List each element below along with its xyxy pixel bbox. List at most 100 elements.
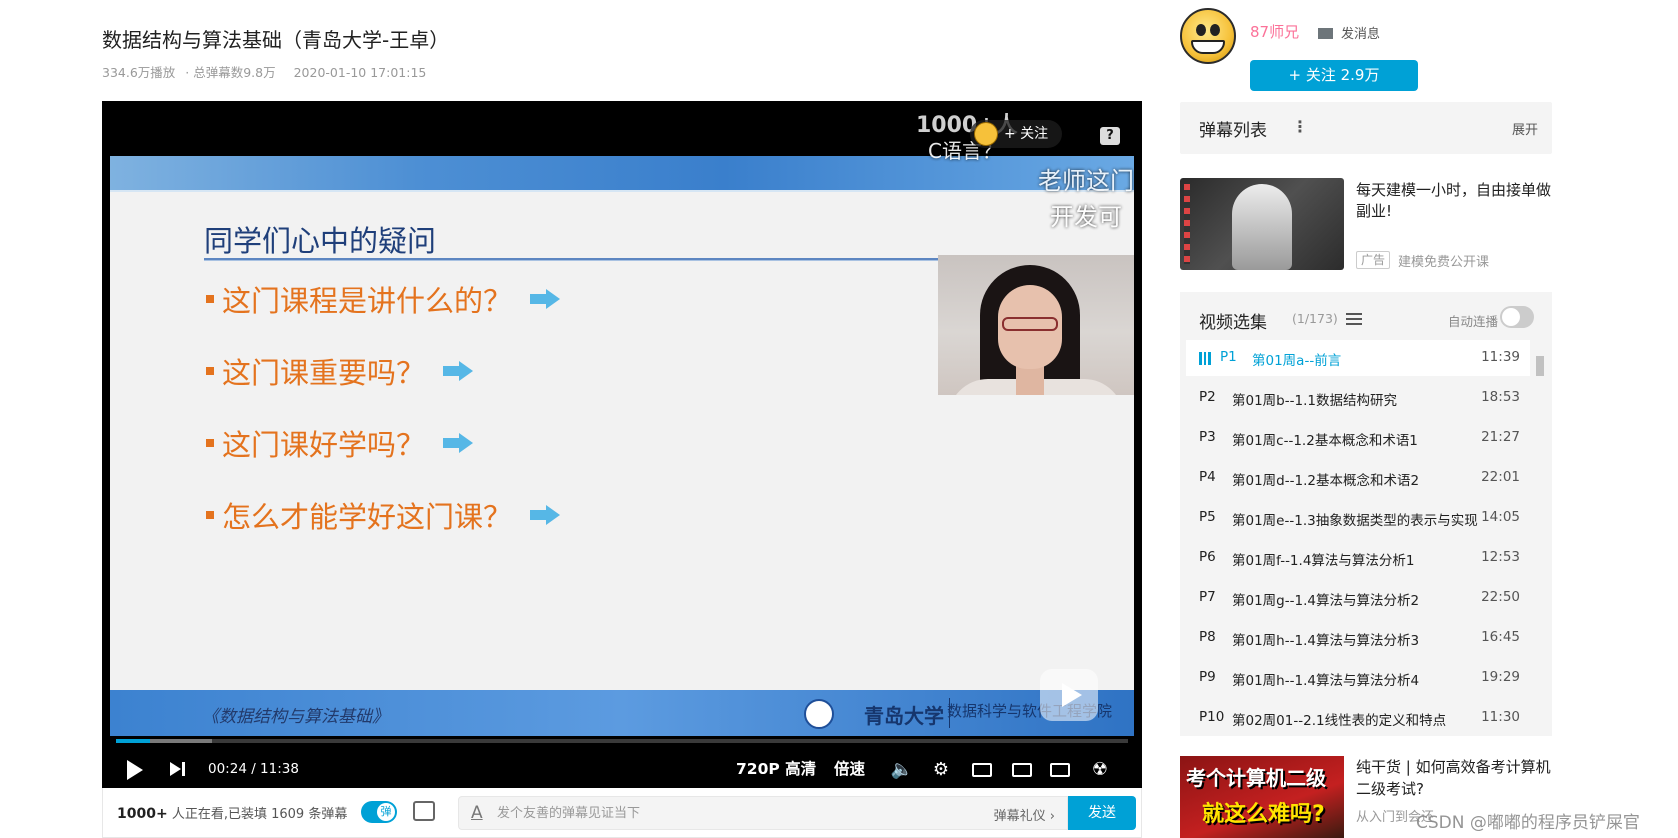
slide-bullet: 这门课好学吗？ (206, 422, 474, 464)
next-episode-icon[interactable] (170, 751, 188, 788)
avatar-mouth (1191, 40, 1225, 54)
episode-item[interactable]: P7 第01周g--1.4算法与算法分析2 22:50 (1186, 580, 1530, 616)
bullet-square-icon (206, 511, 214, 519)
episode-item[interactable]: P9 第01周h--1.4算法与算法分析4 19:29 (1186, 660, 1530, 696)
episode-number: P8 (1199, 629, 1216, 645)
episode-duration: 19:29 (1481, 669, 1520, 685)
slide-heading: 同学们心中的疑问 (204, 224, 437, 258)
uploader-avatar[interactable] (1180, 8, 1236, 64)
danmaku-input-box[interactable]: A 弹幕礼仪 › (458, 796, 1068, 830)
recommended-thumbnail[interactable]: 考个计算机二级 就这么难吗? (1180, 756, 1344, 838)
web-fullscreen-icon[interactable] (1048, 751, 1072, 788)
autoplay-switch[interactable] (1500, 306, 1534, 328)
danmaku-input[interactable] (497, 803, 917, 823)
episode-number: P6 (1199, 549, 1216, 565)
episode-item[interactable]: P4 第01周d--1.2基本概念和术语2 22:01 (1186, 460, 1530, 496)
university-logo-icon (804, 699, 834, 729)
arrow-right-icon (443, 361, 474, 381)
episode-number: P10 (1199, 709, 1225, 725)
video-player[interactable]: 同学们心中的疑问 这门课程是讲什么的？ 这门课重要吗？ 这门课好学吗？ 怎么才能… (102, 101, 1142, 788)
ad-title[interactable]: 每天建模一小时，自由接单做副业! (1356, 180, 1552, 222)
episode-title: 第01周d--1.2基本概念和术语2 (1232, 473, 1420, 489)
ad-thumb-toolbar (1184, 184, 1190, 264)
episode-item[interactable]: P3 第01周c--1.2基本概念和术语1 21:27 (1186, 420, 1530, 456)
progress-played (116, 739, 150, 743)
danmaku-list-expand[interactable]: 展开 (1512, 119, 1538, 138)
uploader-name[interactable]: 87师兄 (1250, 21, 1299, 42)
more-vertical-icon[interactable]: ⋮ (1292, 117, 1308, 136)
episode-item[interactable]: P10 第02周01--2.1线性表的定义和特点 11:30 (1186, 700, 1530, 736)
ad-thumbnail[interactable] (1180, 178, 1344, 270)
time-current: 00:24 (208, 761, 247, 777)
episode-duration: 11:39 (1481, 349, 1520, 365)
teacher-webcam (938, 255, 1134, 395)
danmaku-comment: 老师这门 (1038, 167, 1134, 195)
playlist-header: 视频选集 (1/173) 自动连播 (1180, 292, 1552, 340)
widescreen-icon[interactable] (1010, 751, 1034, 788)
video-frame: 同学们心中的疑问 这门课程是讲什么的？ 这门课重要吗？ 这门课好学吗？ 怎么才能… (110, 156, 1134, 736)
danmaku-list-header[interactable]: 弹幕列表 ⋮ 展开 (1180, 102, 1552, 154)
follow-button[interactable]: + 关注 2.9万 (1250, 60, 1418, 91)
ad-badge: 广告 (1356, 251, 1391, 269)
watermark: CSDN @嘟嘟的程序员铲屎官 (1416, 813, 1640, 833)
scrollbar-thumb[interactable] (1536, 356, 1544, 376)
picture-in-picture-icon[interactable] (970, 751, 994, 788)
font-style-icon[interactable]: A (471, 803, 483, 823)
play-icon[interactable] (124, 751, 144, 788)
episode-number: P2 (1199, 389, 1216, 405)
recommended-title[interactable]: 纯干货 | 如何高效备考计算机二级考试? (1356, 756, 1552, 800)
ad-card[interactable]: 每天建模一小时，自由接单做副业! 广告 建模免费公开课 (1180, 178, 1552, 272)
danmaku-settings-icon[interactable] (413, 801, 435, 821)
danmaku-sending-bar: 1000+ 人正在看,已装填 1609 条弹幕 弹 A 弹幕礼仪 › 发送 (102, 788, 1142, 838)
playlist-title: 视频选集 (1199, 313, 1267, 333)
bullet-square-icon (206, 367, 214, 375)
time-total: 11:38 (260, 761, 299, 777)
danmaku-toggle-label: 弹 (377, 803, 395, 821)
episode-title: 第01周e--1.3抽象数据类型的表示与实现 (1232, 513, 1478, 529)
wide-box (1012, 763, 1032, 777)
playlist-panel: 视频选集 (1/173) 自动连播 P1 第01周a--前言 11:39 P2 … (1180, 292, 1552, 736)
episode-duration: 11:30 (1481, 709, 1520, 725)
settings-gear-icon[interactable]: ⚙ (929, 751, 953, 788)
danmaku-toggle[interactable]: 弹 (361, 801, 397, 823)
danmaku-etiquette-link[interactable]: 弹幕礼仪 › (994, 805, 1055, 824)
play-count: 334.6万播放 (102, 65, 176, 80)
episode-duration: 22:50 (1481, 589, 1520, 605)
episode-scrollbar[interactable] (1536, 344, 1544, 728)
avatar-eye (1196, 24, 1206, 36)
viewer-count: 1000+ (117, 806, 168, 822)
ad-source[interactable]: 建模免费公开课 (1398, 251, 1489, 270)
episode-title: 第01周c--1.2基本概念和术语1 (1232, 433, 1418, 449)
player-follow-button[interactable]: + 关注 (970, 120, 1063, 148)
tv-play-icon[interactable] (1040, 669, 1098, 721)
list-view-icon[interactable] (1346, 313, 1362, 325)
now-playing-icon (1199, 352, 1211, 365)
episode-item[interactable]: P6 第01周f--1.4算法与算法分析1 12:53 (1186, 540, 1530, 576)
send-danmaku-button[interactable]: 发送 (1068, 796, 1136, 830)
thumbnail-text: 考个计算机二级 (1186, 766, 1326, 790)
slide-bullet-text: 这门课重要吗？ (222, 356, 426, 390)
slide-bullet: 这门课重要吗？ (206, 350, 474, 392)
episode-item[interactable]: P8 第01周h--1.4算法与算法分析3 16:45 (1186, 620, 1530, 656)
bullet-square-icon (206, 439, 214, 447)
viewer-text: 人正在看,已装填 1609 条弹幕 (167, 807, 348, 822)
progress-bar[interactable] (116, 739, 1128, 743)
episode-list[interactable]: P1 第01周a--前言 11:39 P2 第01周b--1.1数据结构研究 1… (1186, 340, 1530, 736)
slide-bullet-text: 这门课程是讲什么的？ (222, 284, 513, 318)
time-separator: / (251, 761, 261, 777)
speed-button[interactable]: 倍速 (834, 751, 865, 788)
player-follow-label: + 关注 (1004, 126, 1049, 142)
episode-item[interactable]: P2 第01周b--1.1数据结构研究 18:53 (1186, 380, 1530, 416)
episode-item[interactable]: P1 第01周a--前言 11:39 (1186, 340, 1530, 376)
help-icon[interactable]: ? (1100, 127, 1120, 145)
slide-bullet: 怎么才能学好这门课？ (206, 494, 561, 536)
quality-button[interactable]: 720P 高清 (736, 751, 816, 788)
episode-item[interactable]: P5 第01周e--1.3抽象数据类型的表示与实现 14:05 (1186, 500, 1530, 536)
slide-bullet: 这门课程是讲什么的？ (206, 278, 561, 320)
episode-title: 第01周b--1.1数据结构研究 (1232, 393, 1397, 409)
arrow-right-icon (443, 433, 474, 453)
send-message-link[interactable]: 发消息 (1318, 23, 1380, 42)
episode-duration: 18:53 (1481, 389, 1520, 405)
volume-icon[interactable]: 🔈 (890, 751, 914, 788)
fullscreen-icon[interactable]: ☢ (1088, 751, 1112, 788)
